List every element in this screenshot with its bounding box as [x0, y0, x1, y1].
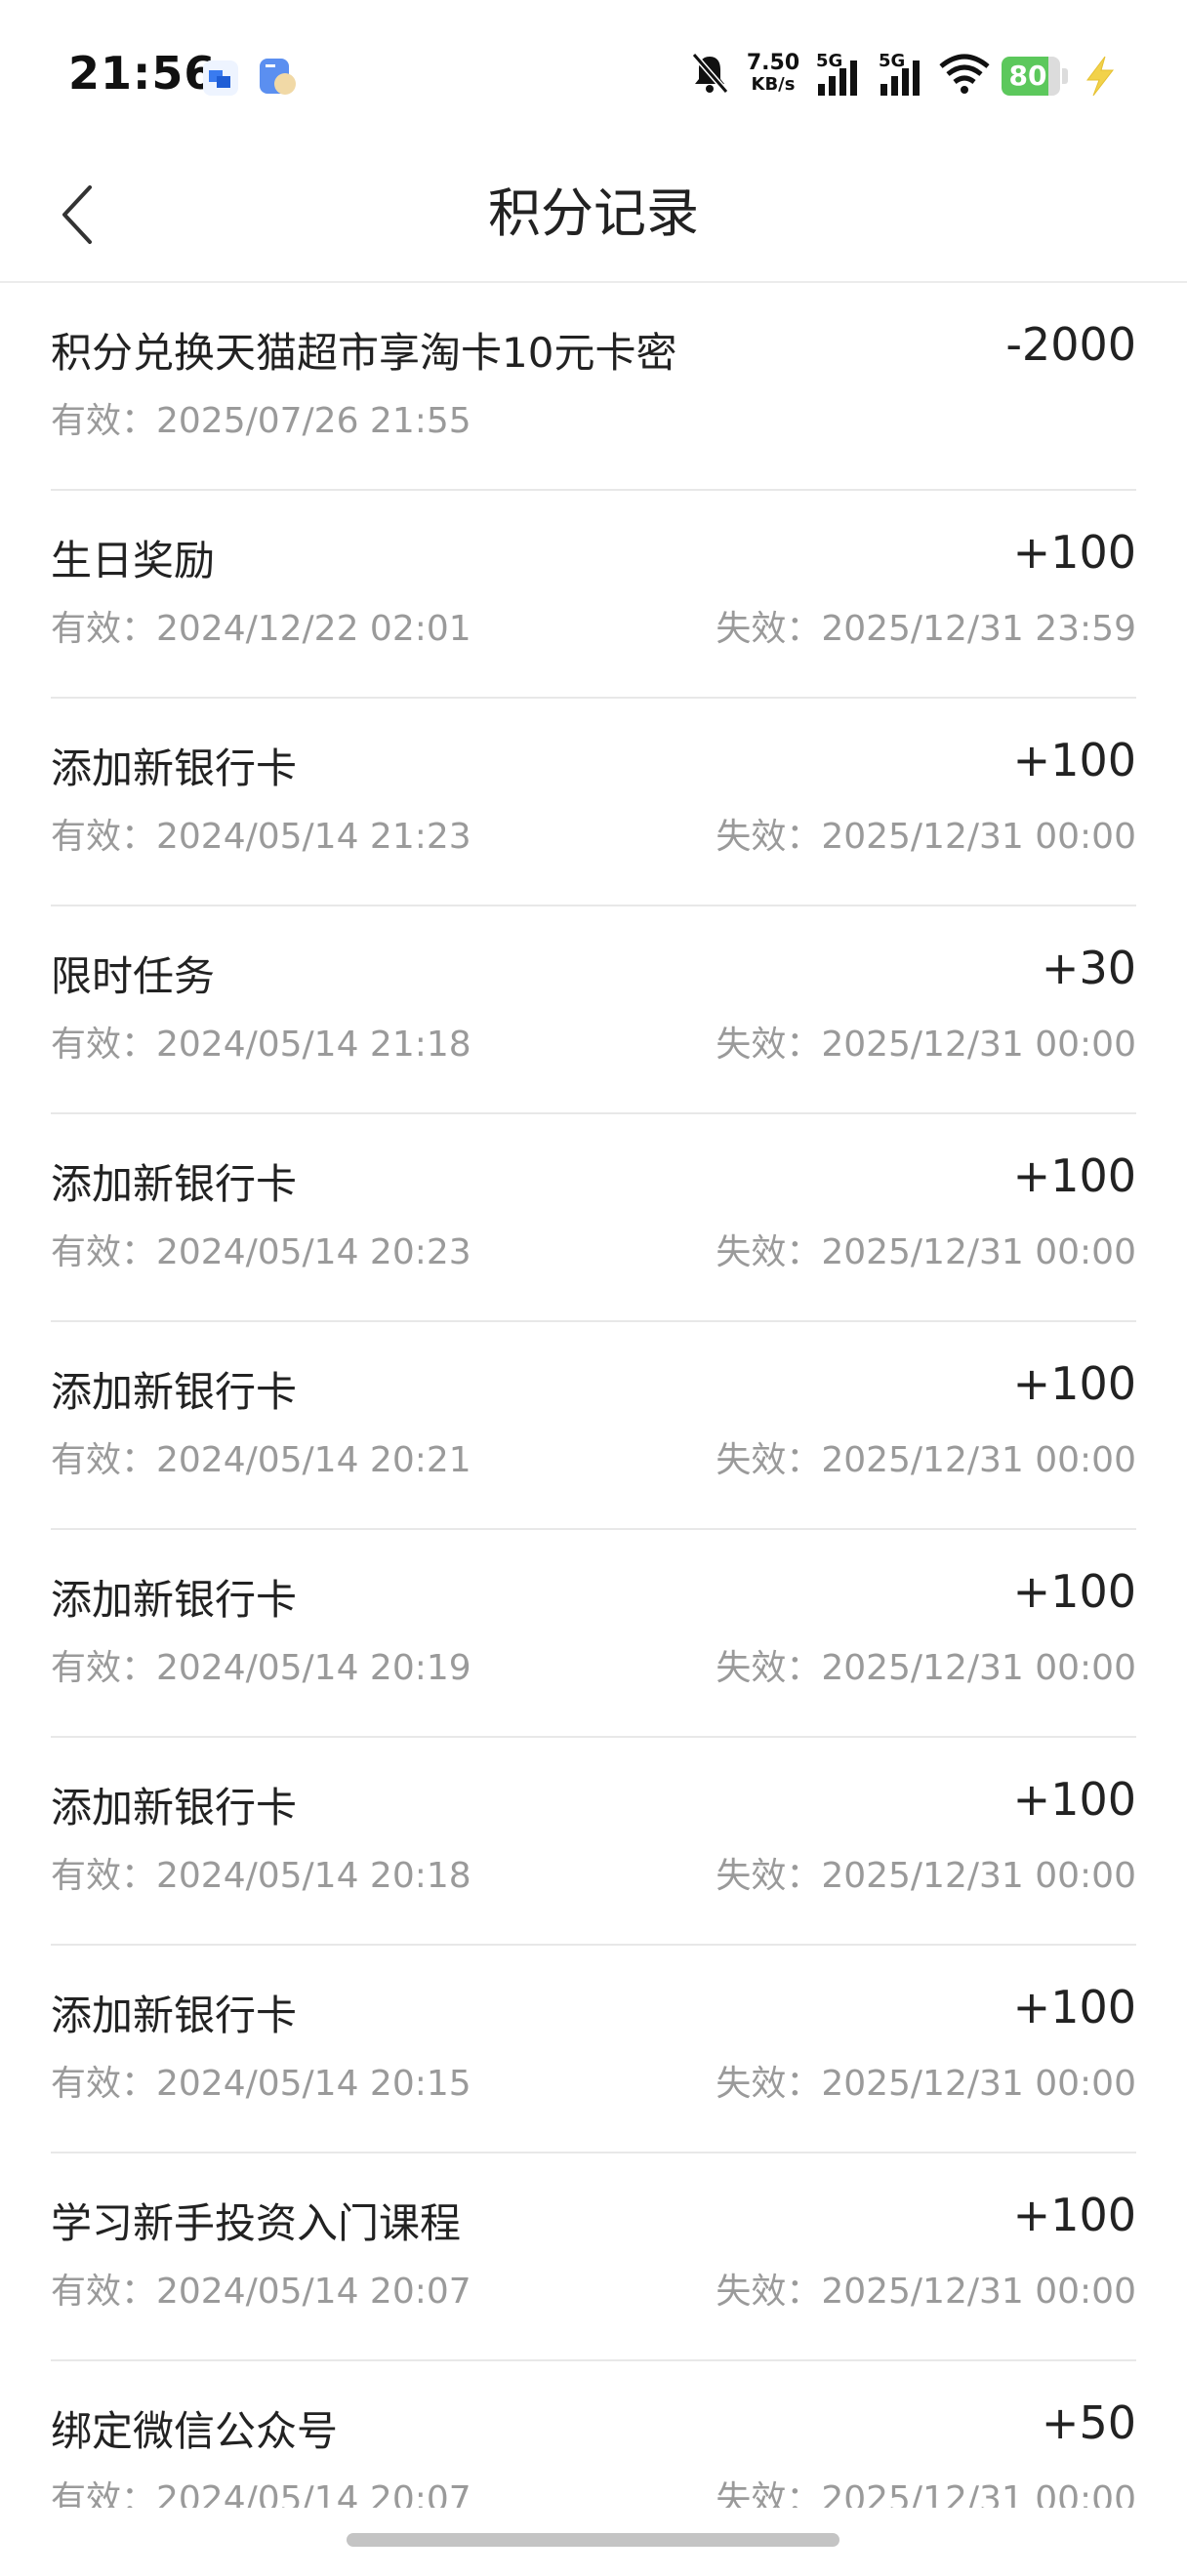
record-valid-time: 有效：2024/05/14 20:19 [51, 1648, 471, 1688]
record-row[interactable]: 添加新银行卡 +100 有效：2024/05/14 20:23 失效：2025/… [51, 1114, 1136, 1322]
record-valid-time: 有效：2024/05/14 20:07 [51, 2479, 471, 2508]
record-points: +100 [1012, 526, 1136, 579]
record-row[interactable]: 绑定微信公众号 +50 有效：2024/05/14 20:07 失效：2025/… [51, 2361, 1136, 2508]
record-valid-time: 有效：2024/05/14 20:18 [51, 1856, 471, 1896]
record-title: 绑定微信公众号 [51, 2407, 339, 2455]
top-nav-bar: 积分记录 [0, 146, 1187, 283]
record-row[interactable]: 积分兑换天猫超市享淘卡10元卡密 -2000 有效：2025/07/26 21:… [51, 283, 1136, 491]
record-title: 添加新银行卡 [51, 1160, 298, 1208]
record-expire-time: 失效：2025/12/31 00:00 [716, 1440, 1136, 1480]
record-row[interactable]: 添加新银行卡 +100 有效：2024/05/14 20:19 失效：2025/… [51, 1530, 1136, 1738]
chevron-left-icon [62, 185, 92, 244]
network-speed-unit: KB/s [751, 74, 796, 95]
network-speed: 7.50 KB/s [746, 53, 800, 96]
record-points: +100 [1012, 1981, 1136, 2033]
record-title: 限时任务 [51, 952, 216, 1000]
back-button[interactable] [49, 178, 117, 252]
status-bar: 21:56 7.50 KB/s 5G 5G 80 [0, 0, 1187, 146]
record-expire-time: 失效：2025/12/31 00:00 [716, 2064, 1136, 2104]
signal-icon [880, 60, 920, 96]
app-notification-icon-2 [260, 59, 296, 95]
record-expire-time: 失效：2025/12/31 00:00 [716, 817, 1136, 857]
signal-icon [818, 60, 857, 96]
points-records-screen: 21:56 7.50 KB/s 5G 5G 80 积分记录 积分兑换天猫超市享淘… [0, 0, 1187, 2576]
record-title: 添加新银行卡 [51, 1576, 298, 1624]
record-row[interactable]: 添加新银行卡 +100 有效：2024/05/14 20:21 失效：2025/… [51, 1322, 1136, 1530]
battery-icon: 80 [1002, 57, 1068, 96]
record-expire-time: 失效：2025/12/31 00:00 [716, 1232, 1136, 1272]
record-expire-time: 失效：2025/12/31 00:00 [716, 2479, 1136, 2508]
bell-muted-icon [691, 53, 729, 94]
battery-level: 80 [1008, 60, 1047, 92]
record-points: +100 [1012, 2189, 1136, 2241]
record-row[interactable]: 添加新银行卡 +100 有效：2024/05/14 21:23 失效：2025/… [51, 699, 1136, 906]
record-valid-time: 有效：2024/05/14 21:18 [51, 1025, 471, 1065]
wifi-icon [939, 54, 990, 94]
record-valid-time: 有效：2024/05/14 20:07 [51, 2272, 471, 2312]
record-points: +100 [1012, 734, 1136, 786]
record-expire-time: 失效：2025/12/31 00:00 [716, 1648, 1136, 1688]
record-valid-time: 有效：2024/12/22 02:01 [51, 609, 471, 649]
record-title: 添加新银行卡 [51, 1992, 298, 2039]
record-valid-time: 有效：2025/07/26 21:55 [51, 401, 471, 441]
record-points: -2000 [1005, 318, 1136, 371]
page-title: 积分记录 [488, 182, 699, 244]
app-notification-icon [203, 60, 238, 96]
record-points: +30 [1041, 942, 1136, 994]
record-points: +100 [1012, 1149, 1136, 1202]
record-expire-time: 失效：2025/12/31 23:59 [716, 609, 1136, 649]
record-points: +100 [1012, 1773, 1136, 1826]
record-row[interactable]: 学习新手投资入门课程 +100 有效：2024/05/14 20:07 失效：2… [51, 2153, 1136, 2361]
status-time: 21:56 [68, 47, 217, 100]
record-valid-time: 有效：2024/05/14 20:15 [51, 2064, 471, 2104]
home-indicator[interactable] [347, 2533, 839, 2547]
record-title: 添加新银行卡 [51, 745, 298, 792]
record-title: 添加新银行卡 [51, 1784, 298, 1831]
record-expire-time: 失效：2025/12/31 00:00 [716, 2272, 1136, 2312]
record-row[interactable]: 限时任务 +30 有效：2024/05/14 21:18 失效：2025/12/… [51, 906, 1136, 1114]
record-valid-time: 有效：2024/05/14 21:23 [51, 817, 471, 857]
record-points: +100 [1012, 1565, 1136, 1618]
charging-bolt-icon [1086, 56, 1115, 97]
record-row[interactable]: 添加新银行卡 +100 有效：2024/05/14 20:18 失效：2025/… [51, 1738, 1136, 1946]
record-title: 学习新手投资入门课程 [51, 2199, 462, 2247]
record-valid-time: 有效：2024/05/14 20:21 [51, 1440, 471, 1480]
record-row[interactable]: 生日奖励 +100 有效：2024/12/22 02:01 失效：2025/12… [51, 491, 1136, 699]
record-points: +50 [1041, 2396, 1136, 2449]
record-title: 积分兑换天猫超市享淘卡10元卡密 [51, 329, 677, 377]
record-valid-time: 有效：2024/05/14 20:23 [51, 1232, 471, 1272]
record-expire-time: 失效：2025/12/31 00:00 [716, 1856, 1136, 1896]
record-title: 生日奖励 [51, 537, 216, 584]
record-title: 添加新银行卡 [51, 1368, 298, 1416]
record-points: +100 [1012, 1357, 1136, 1410]
record-expire-time: 失效：2025/12/31 00:00 [716, 1025, 1136, 1065]
network-speed-value: 7.50 [746, 51, 800, 75]
record-row[interactable]: 添加新银行卡 +100 有效：2024/05/14 20:15 失效：2025/… [51, 1946, 1136, 2153]
points-record-list[interactable]: 积分兑换天猫超市享淘卡10元卡密 -2000 有效：2025/07/26 21:… [51, 283, 1136, 2508]
